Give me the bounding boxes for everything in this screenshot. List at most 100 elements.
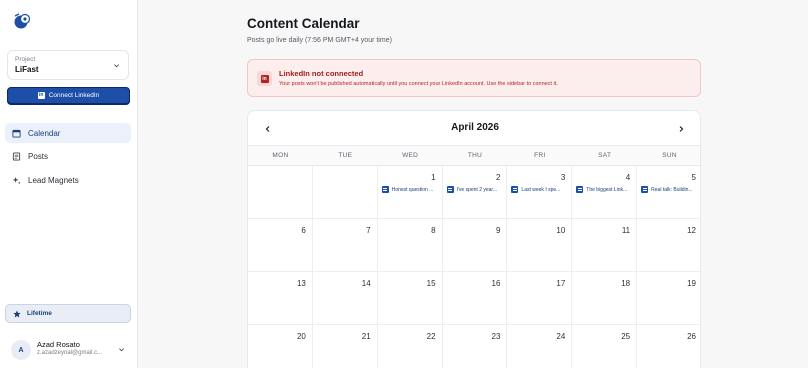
day-number: 16: [491, 279, 501, 288]
project-name: LiFast: [15, 65, 39, 74]
calendar-day-cell: [312, 166, 378, 219]
sidebar-item-label: Calendar: [28, 128, 61, 138]
post-icon: [511, 186, 519, 193]
calendar-day-cell[interactable]: 13: [248, 272, 313, 325]
page-title: Content Calendar: [247, 16, 360, 31]
star-icon: [13, 309, 21, 317]
plan-label: Lifetime: [27, 310, 52, 317]
calendar-month: April 2026: [451, 122, 499, 133]
calendar-day-cell[interactable]: 15: [377, 272, 443, 325]
weekday-label: TUE: [338, 152, 353, 159]
weekday-label: THU: [467, 152, 483, 159]
weekday-label: FRI: [534, 152, 546, 159]
alert-text: Your posts won't be published automatica…: [279, 81, 558, 87]
calendar-day-cell[interactable]: 1 Honest question ...: [377, 166, 443, 219]
weekday-label: WED: [402, 152, 419, 159]
sidebar-item-posts[interactable]: Posts: [5, 146, 131, 166]
scheduled-post[interactable]: The biggest Link...: [576, 185, 633, 194]
day-number: 18: [621, 279, 631, 288]
calendar-day-cell[interactable]: 20: [248, 325, 313, 368]
project-label: Project: [15, 56, 36, 63]
calendar-day-cell[interactable]: 5 Real talk: Buildin...: [637, 166, 700, 219]
calendar-day-cell[interactable]: 14: [312, 272, 378, 325]
day-number: 15: [426, 279, 436, 288]
scheduled-post[interactable]: Real talk: Buildin...: [641, 185, 699, 194]
day-number: 10: [556, 226, 566, 235]
linkedin-icon: in: [37, 92, 45, 99]
sidebar-item-label: Lead Magnets: [28, 175, 79, 185]
plan-badge[interactable]: Lifetime: [5, 304, 131, 323]
calendar-day-cell[interactable]: 18: [572, 272, 638, 325]
day-number: 5: [691, 173, 696, 182]
calendar-day-cell[interactable]: 12: [637, 219, 700, 272]
day-number: 13: [296, 279, 306, 288]
sidebar-item-label: Posts: [28, 151, 49, 161]
day-number: 12: [687, 226, 696, 235]
calendar-day-cell[interactable]: 22: [378, 325, 443, 368]
post-icon: [381, 186, 389, 193]
calendar-grid: 1 Honest question ... 2 I've spent 2 year..…: [248, 166, 700, 368]
day-number: 9: [495, 226, 501, 235]
calendar-day-cell[interactable]: 9: [442, 219, 508, 272]
day-number: 7: [366, 226, 371, 235]
user-email: z.azadzeynal@gmail.c...: [37, 350, 103, 356]
calendar-day-cell[interactable]: 11: [572, 219, 638, 272]
chevron-down-icon: [119, 348, 124, 352]
day-number: 1: [431, 173, 436, 182]
sparkle-icon: [12, 176, 21, 184]
weekday-label: SUN: [662, 152, 677, 159]
calendar-day-cell[interactable]: 4 The biggest Link...: [572, 166, 638, 219]
post-preview: The biggest Link...: [586, 186, 628, 193]
day-number: 25: [621, 332, 631, 341]
sidebar-item-lead-magnets[interactable]: Lead Magnets: [5, 170, 131, 190]
calendar-day-cell[interactable]: 6: [248, 219, 313, 272]
page-subtitle: Posts go live daily (7:56 PM GMT+4 your …: [247, 37, 392, 44]
next-month-button[interactable]: [674, 122, 688, 136]
calendar-day-cell[interactable]: 7: [312, 219, 378, 272]
scheduled-post[interactable]: Honest question ...: [381, 185, 439, 194]
calendar-day-cell[interactable]: 8: [377, 219, 443, 272]
day-number: 24: [556, 332, 566, 341]
day-number: 19: [687, 279, 696, 288]
project-selector[interactable]: Project LiFast: [7, 50, 129, 80]
avatar: A: [11, 340, 31, 360]
calendar-day-cell[interactable]: 21: [313, 325, 378, 368]
day-number: 11: [621, 226, 631, 235]
scheduled-post[interactable]: I've spent 2 year...: [446, 185, 504, 194]
calendar-day-cell[interactable]: 19: [637, 272, 700, 325]
user-menu[interactable]: A Azad Rosato z.azadzeynal@gmail.c...: [5, 336, 131, 364]
calendar-day-cell[interactable]: 17: [507, 272, 573, 325]
chevron-right-icon: [679, 126, 684, 132]
calendar-day-cell: [248, 166, 313, 219]
calendar-day-cell[interactable]: 23: [443, 325, 508, 368]
calendar-day-cell[interactable]: 25: [572, 325, 638, 368]
weekday-label: SAT: [598, 152, 612, 159]
alert-title: LinkedIn not connected: [279, 69, 364, 78]
connect-linkedin-button[interactable]: in Connect LinkedIn: [7, 87, 130, 104]
calendar-day-cell[interactable]: 10: [507, 219, 573, 272]
day-number: 8: [431, 226, 436, 235]
scheduled-post[interactable]: Last week I spe...: [511, 185, 568, 194]
sidebar: Project LiFast in Connect LinkedIn Calen…: [0, 0, 138, 368]
weekday-header: MON TUE WED THU FRI SAT SUN: [248, 146, 700, 166]
calendar-day-cell[interactable]: 26: [637, 325, 700, 368]
calendar-day-cell[interactable]: 2 I've spent 2 year...: [442, 166, 508, 219]
day-number: 20: [296, 332, 306, 341]
document-icon: [12, 151, 21, 161]
day-number: 17: [556, 279, 566, 288]
user-name: Azad Rosato: [37, 340, 80, 349]
post-icon: [576, 186, 584, 193]
app-logo-icon[interactable]: [12, 11, 32, 31]
calendar-icon: [12, 129, 21, 138]
post-preview: Real talk: Buildin...: [651, 186, 693, 193]
calendar: April 2026 MON TUE WED THU FRI SAT SUN 1 Honest…: [247, 110, 701, 368]
calendar-day-cell[interactable]: 3 Last week I spe...: [507, 166, 573, 219]
day-number: 6: [301, 226, 306, 235]
day-number: 4: [625, 173, 631, 182]
day-number: 23: [491, 332, 501, 341]
post-preview: Last week I spe...: [521, 186, 561, 193]
calendar-header: April 2026: [248, 111, 700, 146]
calendar-day-cell[interactable]: 24: [507, 325, 573, 368]
sidebar-item-calendar[interactable]: Calendar: [5, 123, 131, 143]
calendar-day-cell[interactable]: 16: [442, 272, 508, 325]
